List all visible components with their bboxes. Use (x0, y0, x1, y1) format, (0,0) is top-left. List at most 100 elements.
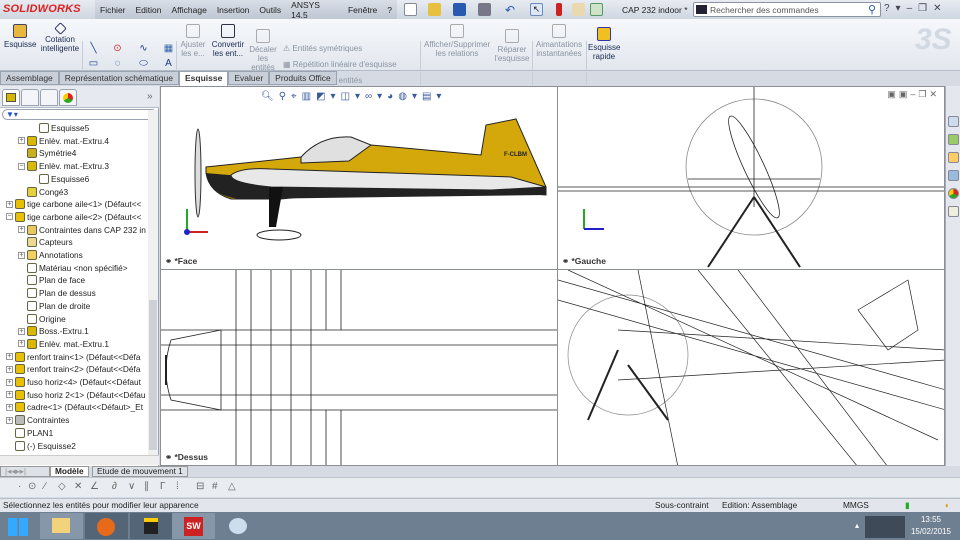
search-icon[interactable]: ⚲ (868, 3, 876, 16)
menu-item-3[interactable]: Insertion (212, 5, 255, 15)
vertical-icon[interactable]: ⁞ (176, 481, 179, 492)
resources-icon[interactable] (948, 116, 959, 127)
rebuild-status-icon[interactable]: ◐ (945, 499, 950, 512)
tree-item[interactable]: Plan de droite (18, 300, 90, 312)
save-icon[interactable] (453, 3, 466, 16)
menu-item-0[interactable]: Fichier (95, 5, 131, 15)
paint-taskbar-icon[interactable] (217, 513, 260, 539)
expand-icon[interactable]: + (18, 251, 25, 259)
file-explorer-icon[interactable] (948, 152, 959, 163)
parallel-icon[interactable]: ∥ (144, 481, 149, 492)
tree-item[interactable]: + cadre<1> (Défaut<<Défaut>_Et (6, 401, 143, 413)
tree-item[interactable]: Symétrie4 (18, 147, 76, 159)
collapse-icon[interactable]: − (18, 162, 25, 170)
expand-icon[interactable]: + (6, 378, 13, 386)
help-icon[interactable]: ▮ (905, 499, 910, 512)
tree-item[interactable]: + fuso horiz 2<1> (Défaut<<Défau (6, 389, 146, 401)
point-icon[interactable]: · (18, 481, 21, 492)
tree-item[interactable]: Plan de dessus (18, 287, 96, 299)
tree-item[interactable]: + fuso horiz<4> (Défaut<<Défaut (6, 376, 141, 388)
tangent-icon[interactable]: ∂ (112, 481, 117, 492)
menu-item-7[interactable]: ? (382, 5, 397, 15)
perpendicular-icon[interactable]: Γ (160, 481, 166, 492)
sketch-picture-icon[interactable]: ▦ (163, 43, 174, 54)
expand-icon[interactable]: + (6, 353, 13, 361)
expand-icon[interactable]: + (6, 365, 13, 373)
tab-assemblage[interactable]: Assemblage (0, 71, 59, 85)
tree-item[interactable]: + Enlèv. mat.-Extru.1 (18, 338, 109, 350)
tab-nav-arrows[interactable]: |◂◂▸▸| (0, 466, 50, 477)
tab-model[interactable]: Modèle (50, 466, 89, 477)
menu-item-2[interactable]: Affichage (167, 5, 212, 15)
feature-tree-tab-icon[interactable] (2, 89, 20, 106)
print-icon[interactable] (478, 3, 491, 16)
select-icon[interactable]: ↖ (530, 3, 543, 16)
tree-item[interactable]: Congé3 (18, 186, 68, 198)
file-properties-icon[interactable] (572, 3, 585, 16)
tree-item[interactable]: Matériau <non spécifié> (18, 262, 128, 274)
options-icon[interactable] (590, 3, 603, 16)
triangle-icon[interactable]: △ (228, 481, 236, 492)
custom-properties-icon[interactable] (948, 206, 959, 217)
line-icon[interactable]: ∕ (44, 481, 46, 492)
solidworks-taskbar-icon[interactable]: SW (172, 513, 215, 539)
start-button-icon[interactable] (8, 518, 28, 536)
status-edition[interactable]: Edition: Assemblage (722, 499, 797, 512)
design-library-icon[interactable] (948, 134, 959, 145)
tab-esquisse[interactable]: Esquisse (179, 71, 229, 86)
graphics-area[interactable]: 🔍︎⚲⌖▥◩▾◫▾∞▾◕◍▾▤▾ F-CLBM ⚭ *Face ▣▣–❐✕ ⚭ … (160, 86, 945, 466)
viewport-isometric[interactable] (557, 269, 945, 466)
tree-filter-input[interactable]: ▼▾ (2, 109, 157, 120)
expand-panel-icon[interactable]: » (147, 91, 153, 102)
expand-icon[interactable]: + (18, 137, 25, 145)
trim-button[interactable]: Ajuster les e... (178, 24, 208, 58)
hatch-icon[interactable]: # (212, 481, 218, 492)
tree-item[interactable]: + renfort train<2> (Défaut<<Défa (6, 363, 140, 375)
expand-icon[interactable]: + (6, 416, 13, 424)
view-palette-icon[interactable] (948, 170, 959, 181)
angle-icon[interactable]: ∠ (90, 481, 99, 492)
mirror-entities-button[interactable]: ⚠ Entités symétriques (283, 44, 362, 53)
tree-item[interactable]: Esquisse6 (30, 173, 89, 185)
quick-snaps-button[interactable]: Aimantations instantanées (534, 24, 584, 58)
expand-icon[interactable]: + (6, 403, 13, 411)
rebuild-icon[interactable] (556, 3, 562, 16)
menu-item-6[interactable]: Fenêtre (343, 5, 382, 15)
spline-tool-icon[interactable]: ∿ (138, 43, 149, 54)
offset-entities-button[interactable]: Décaler les entités (248, 29, 278, 72)
tree-item[interactable]: Esquisse5 (30, 122, 89, 134)
grid-icon[interactable]: ⊟ (196, 481, 204, 492)
tree-item[interactable]: + Contraintes (6, 414, 69, 426)
text-tool-icon[interactable]: A (163, 58, 174, 69)
viewport-front[interactable]: 🔍︎⚲⌖▥◩▾◫▾∞▾◕◍▾▤▾ F-CLBM ⚭ *Face (160, 86, 558, 270)
circle-tool-icon[interactable]: ⊙ (112, 43, 123, 54)
tree-item[interactable]: Origine (18, 313, 66, 325)
convert-entities-button[interactable]: Convertir les ent... (210, 24, 246, 58)
appearance-tab-icon[interactable] (59, 89, 77, 106)
expand-icon[interactable]: + (18, 327, 25, 335)
window-controls[interactable]: ?▾–❐✕ (884, 3, 948, 14)
check-icon[interactable]: ∨ (128, 481, 135, 492)
search-input[interactable]: Rechercher des commandes ⚲ (693, 2, 881, 17)
property-manager-tab-icon[interactable] (21, 89, 39, 106)
scrollbar-thumb[interactable] (149, 300, 157, 450)
linear-pattern-button[interactable]: ▦ Répétition linéaire d'esquisse (283, 60, 397, 69)
tab-evaluer[interactable]: Evaluer (228, 71, 270, 85)
polygon-icon[interactable]: ◇ (58, 481, 66, 492)
tree-item[interactable]: PLAN1 (6, 427, 53, 439)
viewport-top[interactable]: ⚭ *Dessus (160, 269, 558, 466)
tab-motion-study[interactable]: Etude de mouvement 1 (92, 466, 188, 477)
tree-item[interactable]: Capteurs (18, 236, 73, 248)
sketch-button[interactable]: Esquisse (4, 24, 36, 49)
line-tool-icon[interactable]: ╲ (88, 43, 99, 54)
tree-item[interactable]: − tige carbone aile<2> (Défaut<< (6, 211, 141, 223)
menu-item-1[interactable]: Edition (131, 5, 167, 15)
tree-item[interactable]: − Enlèv. mat.-Extru.3 (18, 160, 109, 172)
collapse-icon[interactable]: − (6, 213, 13, 221)
intersect-icon[interactable]: ✕ (74, 481, 82, 492)
display-relations-button[interactable]: Afficher/Supprimer les relations (424, 24, 490, 58)
firefox-taskbar-icon[interactable] (85, 513, 128, 539)
appearances-icon[interactable] (948, 188, 959, 199)
app-taskbar-icon[interactable] (130, 513, 173, 539)
tree-item[interactable]: Plan de face (18, 274, 85, 286)
